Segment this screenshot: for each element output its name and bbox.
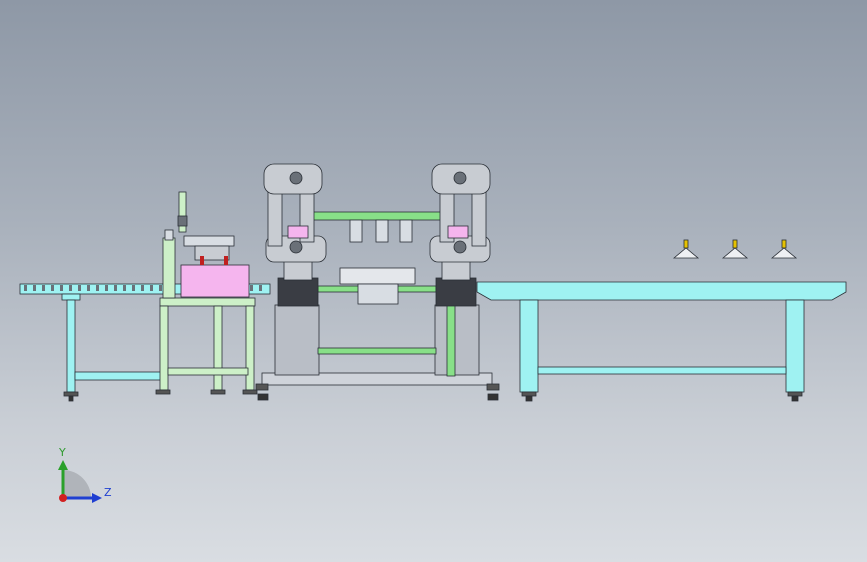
z-axis-arrowhead (92, 493, 102, 503)
coordinate-triad: Y Z (58, 446, 112, 503)
workbench (155, 191, 258, 395)
y-axis-arrowhead (58, 460, 68, 470)
assembly-scene: Y Z (19, 163, 847, 503)
suction-cup (721, 239, 749, 259)
y-axis-label: Y (58, 446, 66, 459)
suction-cup (672, 239, 700, 259)
suction-cup (770, 239, 798, 259)
output-table (476, 281, 847, 402)
x-axis-dot (59, 494, 67, 502)
cad-viewport[interactable]: Y Z (0, 0, 867, 562)
robot-arm-left (263, 163, 327, 307)
z-axis-label: Z (104, 486, 112, 499)
suction-cups (672, 239, 798, 259)
